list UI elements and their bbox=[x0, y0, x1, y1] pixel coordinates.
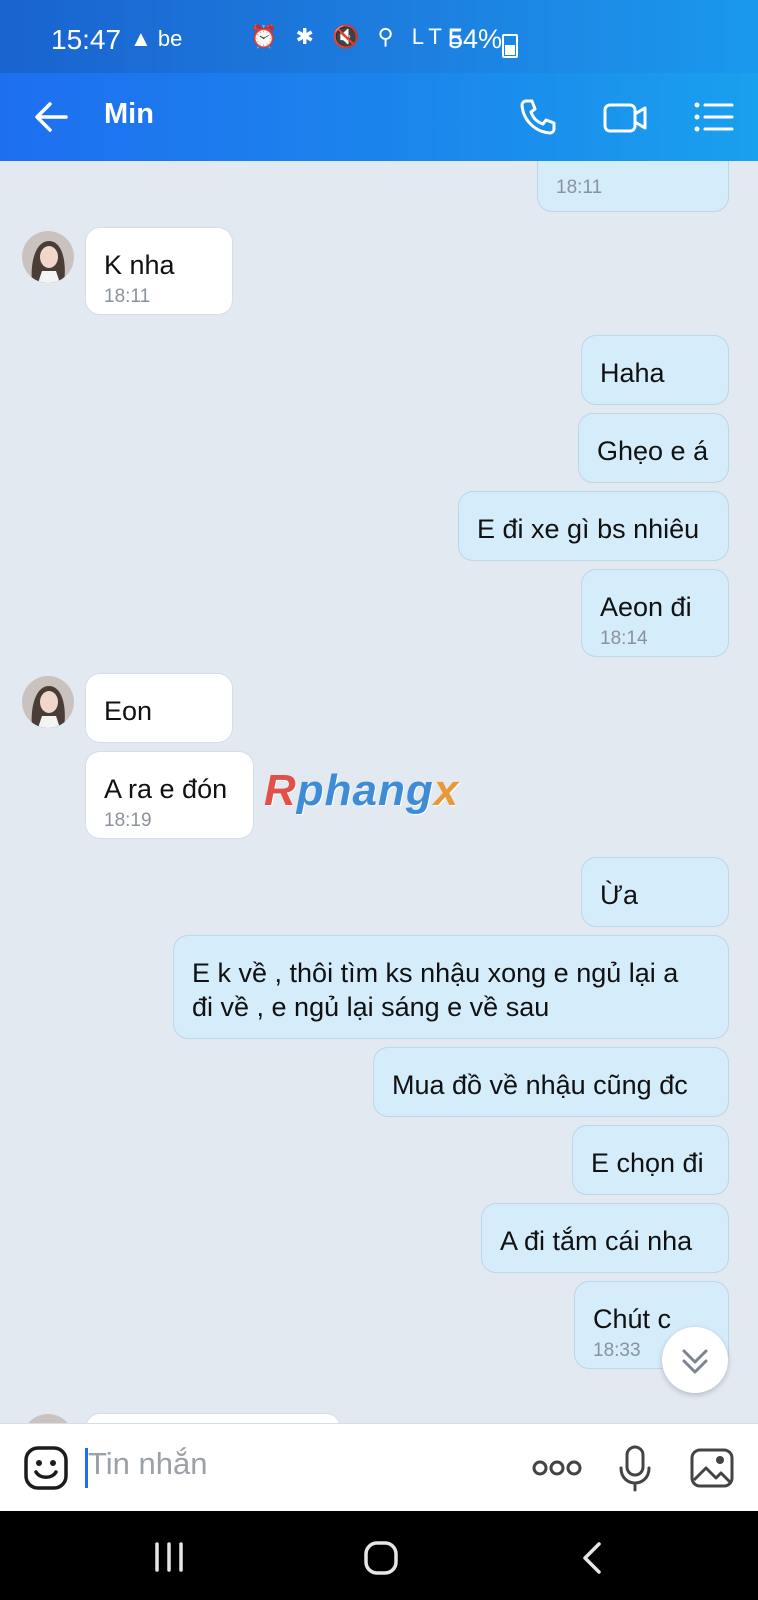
back-icon[interactable] bbox=[580, 1541, 604, 1575]
message-bubble-outgoing[interactable]: E chọn đi bbox=[573, 1126, 728, 1194]
menu-list-icon[interactable] bbox=[690, 93, 738, 141]
home-icon[interactable] bbox=[363, 1540, 399, 1576]
battery-level: 54% bbox=[448, 24, 503, 54]
double-chevron-down-icon bbox=[682, 1349, 708, 1374]
message-text: Chút c bbox=[593, 1304, 672, 1334]
contact-avatar[interactable] bbox=[22, 676, 74, 728]
message-input[interactable]: Tin nhắn bbox=[88, 1446, 208, 1482]
message-bubble-incoming[interactable] bbox=[86, 1414, 340, 1423]
navigation-status-icons: ▲ be bbox=[130, 26, 183, 51]
video-call-icon[interactable] bbox=[601, 93, 649, 141]
message-text: Eon bbox=[104, 696, 153, 726]
message-bubble-outgoing[interactable]: Mua đồ về nhậu cũng đc bbox=[374, 1048, 728, 1116]
message-bubble-outgoing[interactable]: Ghẹo e á bbox=[579, 414, 728, 482]
message-bubble-outgoing[interactable]: 18:11 bbox=[538, 161, 728, 211]
message-text: A ra e đón bbox=[104, 774, 228, 804]
battery-icon bbox=[502, 34, 518, 58]
message-text: Ừa bbox=[600, 880, 639, 910]
message-bubble-incoming[interactable]: K nha 18:11 bbox=[86, 228, 232, 314]
message-bubble-outgoing[interactable]: Haha bbox=[582, 336, 728, 404]
message-text: Haha bbox=[600, 358, 665, 388]
message-bubble-outgoing[interactable]: Aeon đi 18:14 bbox=[582, 570, 728, 656]
message-text: Aeon đi bbox=[600, 592, 692, 622]
message-text: Ghẹo e á bbox=[597, 436, 709, 466]
contact-avatar-image bbox=[22, 1414, 74, 1423]
microphone-icon[interactable] bbox=[618, 1444, 652, 1492]
contact-name[interactable]: Min bbox=[104, 98, 154, 131]
message-text: E k về , thôi tìm ks nhậu xong e ngủ lại… bbox=[192, 958, 679, 1022]
contact-avatar[interactable] bbox=[22, 231, 74, 283]
scroll-to-bottom-button[interactable] bbox=[662, 1327, 728, 1393]
message-time: 18:11 bbox=[556, 177, 603, 198]
recent-apps-icon[interactable] bbox=[152, 1541, 186, 1573]
message-time: 18:11 bbox=[104, 286, 151, 307]
contact-avatar-image bbox=[22, 231, 74, 283]
contact-avatar[interactable] bbox=[22, 1414, 74, 1423]
message-time: 18:19 bbox=[104, 810, 152, 831]
message-time: 18:14 bbox=[600, 628, 648, 649]
image-gallery-icon[interactable] bbox=[688, 1444, 736, 1492]
status-bar: 15:47 ▲ be ⏰ ✱ 🔇 ⚲ LTE 54% bbox=[0, 0, 758, 73]
message-bubble-incoming[interactable]: A ra e đón 18:19 bbox=[86, 752, 253, 838]
message-bubble-incoming[interactable]: Eon bbox=[86, 674, 232, 742]
message-bubble-outgoing[interactable]: E k về , thôi tìm ks nhậu xong e ngủ lại… bbox=[174, 936, 728, 1038]
contact-avatar-image bbox=[22, 676, 74, 728]
emoji-sticker-icon[interactable] bbox=[22, 1444, 70, 1492]
message-text: K nha bbox=[104, 250, 175, 280]
voice-call-icon[interactable] bbox=[514, 93, 562, 141]
message-bubble-outgoing[interactable]: E đi xe gì bs nhiêu bbox=[459, 492, 728, 560]
message-text: E đi xe gì bs nhiêu bbox=[477, 514, 700, 544]
back-arrow-icon[interactable] bbox=[30, 95, 74, 139]
message-list[interactable]: 18:11 K nha 18:11 Haha Ghẹo e á E đi xe … bbox=[0, 161, 758, 1423]
message-text: A đi tắm cái nha bbox=[500, 1226, 693, 1256]
status-time: 15:47 bbox=[51, 24, 122, 55]
chat-header: Min bbox=[0, 73, 758, 161]
message-bubble-outgoing[interactable]: A đi tắm cái nha bbox=[482, 1204, 728, 1272]
message-bubble-outgoing[interactable]: Ừa bbox=[582, 858, 728, 926]
system-status-icons: ⏰ ✱ 🔇 ⚲ LTE bbox=[250, 24, 469, 49]
system-navigation-bar bbox=[0, 1511, 758, 1600]
message-text: Mua đồ về nhậu cũng đc bbox=[392, 1070, 688, 1100]
watermark-logo: Rphangx bbox=[264, 766, 460, 815]
message-text: E chọn đi bbox=[591, 1148, 704, 1178]
more-options-icon[interactable] bbox=[532, 1454, 582, 1482]
message-input-bar: Tin nhắn bbox=[0, 1423, 758, 1512]
message-time: 18:33 bbox=[593, 1340, 641, 1361]
